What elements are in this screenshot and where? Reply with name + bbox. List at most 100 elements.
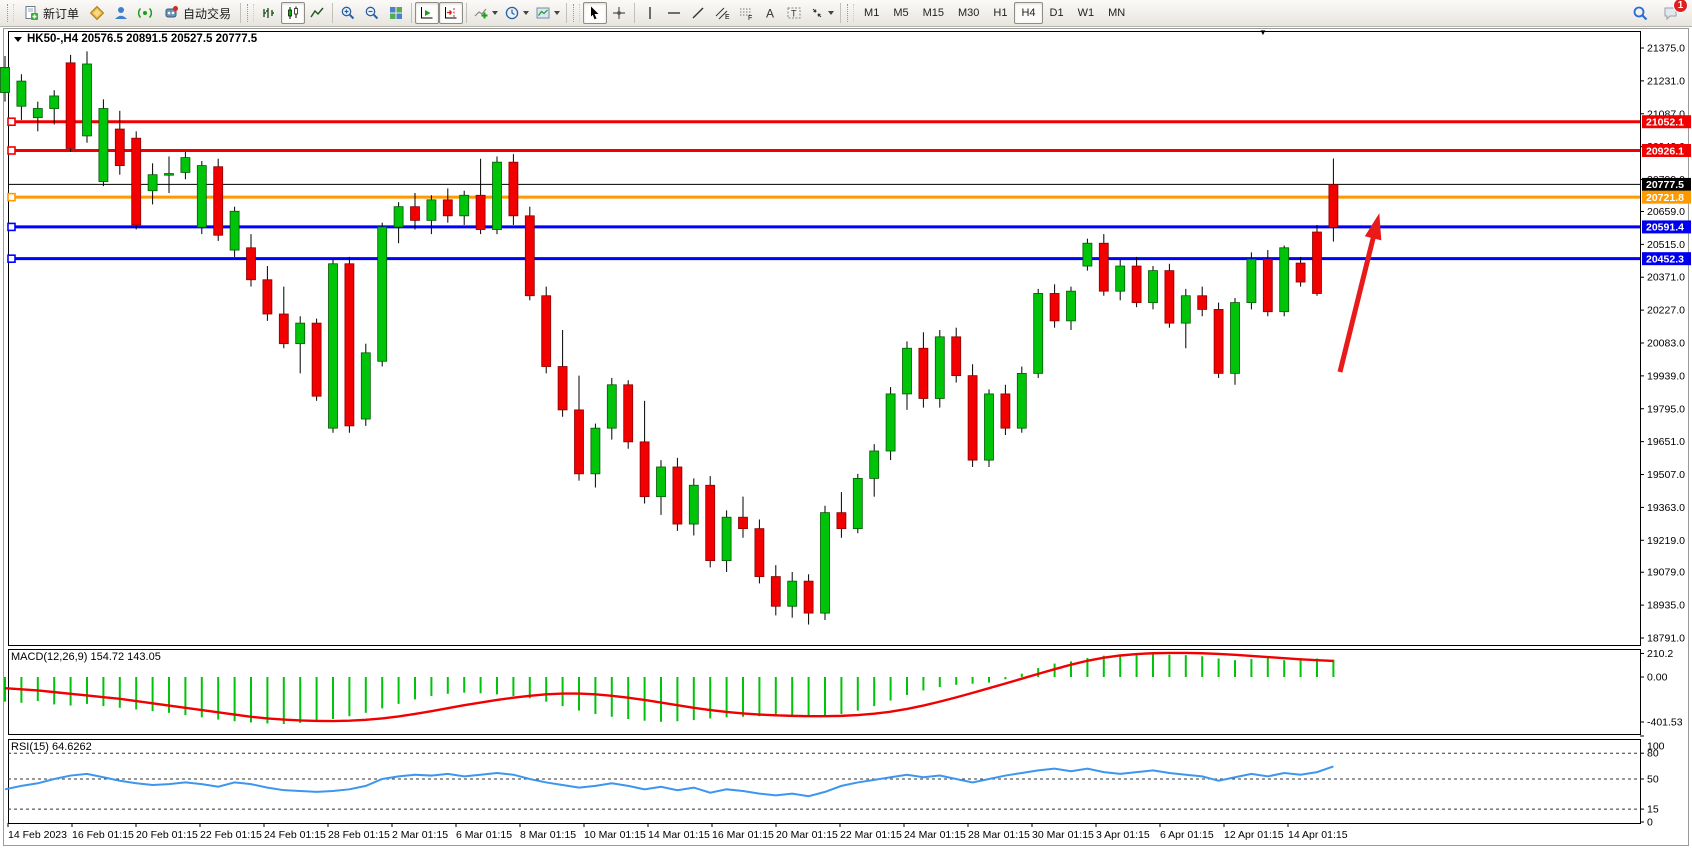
search-icon xyxy=(1632,5,1649,22)
svg-text:16 Mar 01:15: 16 Mar 01:15 xyxy=(712,829,774,841)
line-chart-button[interactable] xyxy=(305,2,329,24)
timeframe-h4[interactable]: H4 xyxy=(1014,2,1042,24)
svg-text:-401.53: -401.53 xyxy=(1647,716,1683,728)
svg-text:20452.3: 20452.3 xyxy=(1646,253,1684,265)
zoom-in-icon xyxy=(340,5,356,21)
svg-text:6 Mar 01:15: 6 Mar 01:15 xyxy=(456,829,512,841)
auto-trading-button[interactable]: 自动交易 xyxy=(157,2,237,24)
signal-icon xyxy=(137,5,153,21)
svg-text:E: E xyxy=(725,14,730,21)
svg-text:0: 0 xyxy=(1647,817,1653,829)
periods-button[interactable] xyxy=(501,2,532,24)
application-window: 新订单 自动交易 xyxy=(0,0,1692,848)
macd-indicator-label: MACD(12,26,9) 154.72 143.05 xyxy=(11,651,161,663)
timeframe-m15[interactable]: M15 xyxy=(916,2,951,24)
templates-button[interactable] xyxy=(532,2,563,24)
chart-shift-icon xyxy=(443,5,459,21)
svg-text:50: 50 xyxy=(1647,774,1659,786)
svg-text:28 Feb 01:15: 28 Feb 01:15 xyxy=(328,829,390,841)
chart-shift-button[interactable] xyxy=(439,2,463,24)
toolbar-grip[interactable] xyxy=(847,4,854,22)
arrows-button[interactable] xyxy=(806,2,837,24)
svg-text:19939.0: 19939.0 xyxy=(1647,370,1685,382)
auto-trading-label: 自动交易 xyxy=(183,5,231,22)
tile-windows-button[interactable] xyxy=(384,2,408,24)
svg-text:F: F xyxy=(748,15,752,21)
toolbar-separator xyxy=(840,3,841,23)
cursor-icon xyxy=(587,5,603,21)
indicators-icon xyxy=(473,5,489,21)
text-button[interactable]: A xyxy=(758,2,782,24)
svg-text:12 Apr 01:15: 12 Apr 01:15 xyxy=(1224,829,1284,841)
timeframe-h1[interactable]: H1 xyxy=(986,2,1014,24)
auto-trading-icon xyxy=(163,5,179,21)
horizontal-line-icon xyxy=(666,5,682,21)
svg-text:20083.0: 20083.0 xyxy=(1647,338,1685,350)
template-icon xyxy=(535,5,551,21)
svg-text:14 Mar 01:15: 14 Mar 01:15 xyxy=(648,829,710,841)
timeframe-d1[interactable]: D1 xyxy=(1043,2,1071,24)
timeframe-m1[interactable]: M1 xyxy=(857,2,886,24)
toolbar-separator xyxy=(332,3,333,23)
svg-text:22 Feb 01:15: 22 Feb 01:15 xyxy=(200,829,262,841)
vertical-line-button[interactable] xyxy=(638,2,662,24)
chart-title-text: HK50-,H4 20576.5 20891.5 20527.5 20777.5 xyxy=(27,33,257,45)
gold-diamond-icon xyxy=(89,5,105,21)
svg-text:3 Apr 01:15: 3 Apr 01:15 xyxy=(1096,829,1150,841)
svg-text:24 Feb 01:15: 24 Feb 01:15 xyxy=(264,829,326,841)
chart-menu-icon[interactable] xyxy=(14,37,22,42)
svg-text:20659.0: 20659.0 xyxy=(1647,206,1685,218)
bar-chart-button[interactable] xyxy=(257,2,281,24)
toolbar-grip[interactable] xyxy=(573,4,580,22)
dropdown-caret xyxy=(523,11,529,15)
search-button[interactable] xyxy=(1628,2,1652,24)
equidistant-channel-button[interactable]: E xyxy=(710,2,734,24)
timeframe-w1[interactable]: W1 xyxy=(1071,2,1102,24)
svg-text:19363.0: 19363.0 xyxy=(1647,502,1685,514)
zoom-out-button[interactable] xyxy=(360,2,384,24)
cursor-button[interactable] xyxy=(583,2,607,24)
trendline-icon xyxy=(690,5,706,21)
market-watch-button[interactable] xyxy=(85,2,109,24)
text-icon: A xyxy=(762,5,778,21)
signals-button[interactable] xyxy=(133,2,157,24)
notifications-button[interactable]: 1 xyxy=(1658,2,1682,24)
timeframe-m5[interactable]: M5 xyxy=(886,2,915,24)
accounts-button[interactable] xyxy=(109,2,133,24)
text-label-button[interactable]: T xyxy=(782,2,806,24)
toolbar-separator xyxy=(566,3,567,23)
chart-canvas[interactable]: 21375.021231.021087.020943.020799.020659… xyxy=(0,0,1692,848)
new-order-icon xyxy=(23,5,39,21)
svg-text:19219.0: 19219.0 xyxy=(1647,535,1685,547)
svg-text:20 Feb 01:15: 20 Feb 01:15 xyxy=(136,829,198,841)
timeframe-mn[interactable]: MN xyxy=(1101,2,1132,24)
line-chart-icon xyxy=(309,5,325,21)
toolbar-grip[interactable] xyxy=(7,4,14,22)
scroll-marker-icon[interactable]: ▼ xyxy=(1259,28,1267,37)
dropdown-caret xyxy=(828,11,834,15)
svg-text:20721.8: 20721.8 xyxy=(1646,192,1684,204)
new-order-button[interactable]: 新订单 xyxy=(17,2,85,24)
indicators-button[interactable] xyxy=(470,2,501,24)
svg-text:19507.0: 19507.0 xyxy=(1647,469,1685,481)
svg-text:16 Feb 01:15: 16 Feb 01:15 xyxy=(72,829,134,841)
rsi-indicator-label: RSI(15) 64.6262 xyxy=(11,741,92,753)
notification-badge: 1 xyxy=(1673,0,1688,13)
crosshair-button[interactable] xyxy=(607,2,631,24)
person-icon xyxy=(113,5,129,21)
toolbar-grip[interactable] xyxy=(247,4,254,22)
fibonacci-button[interactable]: F xyxy=(734,2,758,24)
svg-text:14 Feb 2023: 14 Feb 2023 xyxy=(8,829,67,841)
main-toolbar: 新订单 自动交易 xyxy=(0,0,1692,27)
horizontal-line-button[interactable] xyxy=(662,2,686,24)
timeframe-m30[interactable]: M30 xyxy=(951,2,986,24)
auto-scroll-button[interactable] xyxy=(415,2,439,24)
candlestick-chart-button[interactable] xyxy=(281,2,305,24)
svg-text:19079.0: 19079.0 xyxy=(1647,567,1685,579)
svg-text:2 Mar 01:15: 2 Mar 01:15 xyxy=(392,829,448,841)
svg-text:18791.0: 18791.0 xyxy=(1647,633,1685,645)
zoom-in-button[interactable] xyxy=(336,2,360,24)
svg-text:24 Mar 01:15: 24 Mar 01:15 xyxy=(904,829,966,841)
trendline-button[interactable] xyxy=(686,2,710,24)
svg-text:T: T xyxy=(791,9,797,19)
